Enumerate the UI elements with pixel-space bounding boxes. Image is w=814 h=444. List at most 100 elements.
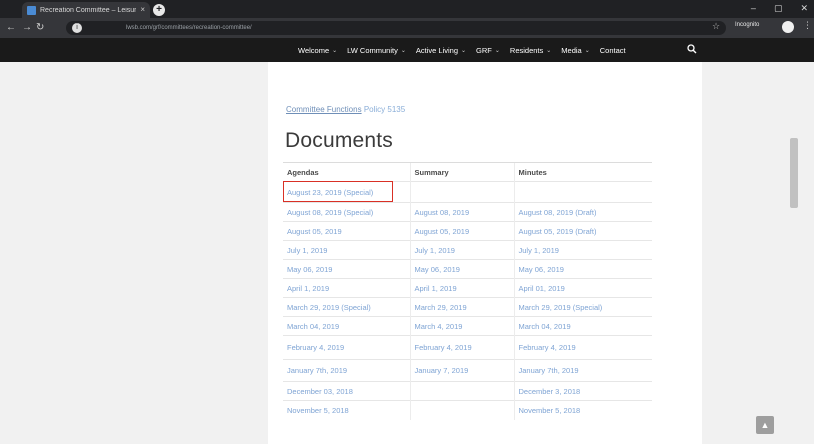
agenda-link[interactable]: January 7th, 2019 (283, 359, 410, 382)
nav-item-label: Active Living (415, 45, 458, 55)
chevron-down-icon: ⌄ (400, 47, 406, 54)
chevron-down-icon: ⌄ (494, 47, 500, 54)
nav-item-grf[interactable]: GRF ⌄ (476, 46, 500, 55)
reload-icon[interactable]: ↻ (36, 21, 44, 35)
summary-link (409, 381, 514, 401)
nav-item-active-living[interactable]: Active Living ⌄ (416, 46, 466, 55)
minutes-link[interactable]: January 7th, 2019 (513, 359, 652, 382)
nav-item-label: LW Community (347, 45, 398, 55)
table-header-row: Agendas Summary Minutes (283, 162, 652, 182)
nav-item-label: GRF (476, 45, 492, 55)
table-row: July 1, 2019 July 1, 2019 July 1, 2019 (283, 240, 652, 260)
minutes-link[interactable]: August 05, 2019 (Draft) (513, 221, 652, 241)
page-scrollbar-track[interactable] (788, 62, 800, 444)
chevron-down-icon: ⌄ (461, 47, 467, 54)
browser-tab[interactable]: Recreation Committee – Leisure × (22, 2, 150, 18)
agenda-link[interactable]: March 29, 2019 (Special) (283, 297, 410, 317)
nav-item-contact[interactable]: Contact (600, 46, 626, 55)
agenda-link[interactable]: December 03, 2018 (283, 381, 410, 401)
chevron-down-icon: ⌄ (584, 47, 590, 54)
address-bar[interactable]: i lwsb.com/grf/committees/recreation-com… (66, 21, 726, 35)
browser-toolbar: ← → ↻ i lwsb.com/grf/committees/recreati… (0, 18, 814, 38)
table-row: August 08, 2019 (Special) August 08, 2019… (283, 202, 652, 222)
minimize-icon[interactable]: – (751, 3, 756, 14)
minutes-link[interactable]: December 3, 2018 (513, 381, 652, 401)
table-row: May 06, 2019 May 06, 2019 May 06, 2019 (283, 259, 652, 279)
nav-item-label: Residents (509, 45, 544, 55)
forward-arrow-icon[interactable]: → (22, 21, 32, 35)
summary-link[interactable]: February 4, 2019 (409, 335, 514, 360)
minutes-link[interactable]: August 08, 2019 (Draft) (513, 202, 652, 222)
committee-functions-link[interactable]: Committee Functions (286, 105, 362, 114)
agenda-link[interactable]: May 06, 2019 (283, 259, 410, 279)
nav-item-media[interactable]: Media ⌄ (561, 46, 589, 55)
nav-menu: Welcome ⌄ LW Community ⌄ Active Living ⌄ GRF ⌄ R… (298, 38, 626, 62)
agenda-link[interactable]: August 08, 2019 (Special) (283, 202, 410, 222)
close-tab-icon[interactable]: × (140, 6, 145, 14)
table-row: March 29, 2019 (Special) March 29, 2019 Ma… (283, 297, 652, 317)
agenda-link[interactable]: April 1, 2019 (283, 278, 410, 298)
table-row: August 05, 2019 August 05, 2019 August 05,… (283, 221, 652, 241)
chevron-down-icon: ⌄ (332, 47, 338, 54)
breadcrumb: Committee Functions Policy 5135 (286, 105, 405, 114)
column-header-summary: Summary (409, 162, 514, 182)
nav-item-welcome[interactable]: Welcome ⌄ (298, 46, 337, 55)
minutes-link[interactable]: February 4, 2019 (513, 335, 652, 360)
agenda-link[interactable]: August 05, 2019 (283, 221, 410, 241)
summary-link[interactable]: March 29, 2019 (409, 297, 514, 317)
nav-item-lw-community[interactable]: LW Community ⌄ (347, 46, 406, 55)
policy-link[interactable]: Policy 5135 (364, 105, 405, 114)
back-arrow-icon[interactable]: ← (6, 21, 16, 35)
url-text: lwsb.com/grf/committees/recreation-commi… (126, 25, 252, 31)
summary-link[interactable]: May 06, 2019 (409, 259, 514, 279)
agenda-link[interactable]: February 4, 2019 (283, 335, 410, 360)
nav-item-label: Media (561, 45, 582, 55)
browser-titlebar: Recreation Committee – Leisure × + – ▢ ✕ (0, 0, 814, 18)
summary-link[interactable]: January 7, 2019 (409, 359, 514, 382)
minutes-link[interactable]: March 04, 2019 (513, 316, 652, 336)
site-navigation: Welcome ⌄ LW Community ⌄ Active Living ⌄ GRF ⌄ R… (0, 38, 814, 62)
summary-link[interactable]: August 05, 2019 (409, 221, 514, 241)
maximize-icon[interactable]: ▢ (774, 3, 783, 14)
agenda-link[interactable]: July 1, 2019 (283, 240, 410, 260)
table-row: April 1, 2019 April 1, 2019 April 01, 2019 (283, 278, 652, 298)
summary-link[interactable]: August 08, 2019 (409, 202, 514, 222)
nav-item-label: Welcome (298, 45, 330, 55)
red-highlight-box (283, 181, 393, 202)
agenda-link[interactable]: March 04, 2019 (283, 316, 410, 336)
browser-menu-icon[interactable]: ⋮ (803, 20, 812, 31)
minutes-link[interactable]: July 1, 2019 (513, 240, 652, 260)
minutes-link[interactable]: May 06, 2019 (513, 259, 652, 279)
search-icon[interactable] (687, 44, 697, 54)
minutes-link[interactable]: March 29, 2019 (Special) (513, 297, 652, 317)
summary-link (409, 400, 514, 420)
minutes-link[interactable]: April 01, 2019 (513, 278, 652, 298)
column-header-minutes: Minutes (513, 162, 652, 182)
summary-link[interactable]: March 4, 2019 (409, 316, 514, 336)
incognito-label: Incognito (735, 22, 760, 28)
chevron-down-icon: ⌄ (546, 47, 552, 54)
page-scrollbar-thumb[interactable] (790, 138, 798, 208)
column-header-agendas: Agendas (283, 162, 410, 182)
new-tab-button[interactable]: + (153, 4, 165, 16)
window-controls: – ▢ ✕ (751, 3, 808, 14)
bookmark-star-icon[interactable]: ☆ (712, 21, 720, 32)
summary-link (409, 181, 514, 203)
nav-item-residents[interactable]: Residents ⌄ (510, 46, 551, 55)
agenda-link[interactable]: November 5, 2018 (283, 400, 410, 420)
minutes-link[interactable]: November 5, 2018 (513, 400, 652, 420)
table-row: March 04, 2019 March 4, 2019 March 04, 201… (283, 316, 652, 336)
scroll-to-top-button[interactable]: ▲ (756, 416, 774, 434)
table-row: February 4, 2019 February 4, 2019 February… (283, 335, 652, 360)
nav-item-label: Contact (599, 45, 626, 55)
site-favicon-icon (27, 5, 36, 15)
summary-link[interactable]: April 1, 2019 (409, 278, 514, 298)
table-row: January 7th, 2019 January 7, 2019 January … (283, 359, 652, 382)
site-info-icon[interactable]: i (72, 23, 82, 33)
summary-link[interactable]: July 1, 2019 (409, 240, 514, 260)
tab-title: Recreation Committee – Leisure (40, 6, 137, 14)
close-window-icon[interactable]: ✕ (800, 3, 808, 14)
incognito-avatar-icon[interactable] (782, 21, 794, 33)
table-row: November 5, 2018 November 5, 2018 (283, 400, 652, 420)
minutes-link (513, 181, 652, 203)
